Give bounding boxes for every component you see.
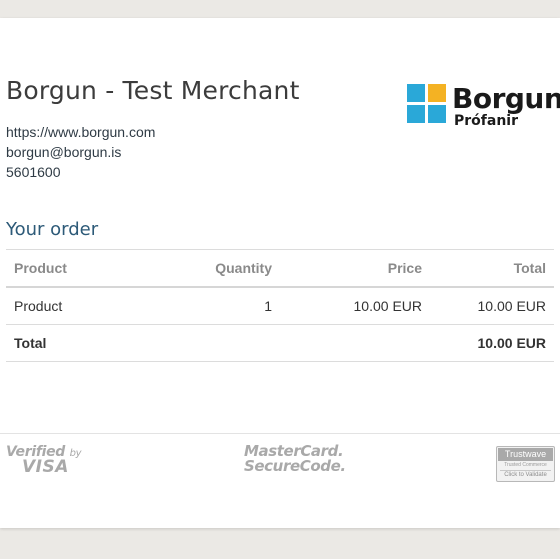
verified-by-visa-badge[interactable]: Verified by VISA (6, 444, 86, 484)
order-table-header: Product Quantity Price Total (6, 249, 554, 288)
visa-by: by (69, 448, 82, 459)
column-header-price: Price (280, 249, 430, 288)
merchant-website: https://www.borgun.com (6, 124, 156, 140)
borgun-logo: Borgun Prófanir (407, 82, 560, 144)
order-table: Product Quantity Price Total Product 1 1… (6, 249, 554, 362)
borgun-logo-subtitle: Prófanir (454, 113, 518, 129)
order-heading: Your order (6, 219, 99, 240)
trustwave-badge[interactable]: Trustwave Trusted Commerce Click to Vali… (496, 446, 555, 482)
trustwave-subtitle: Trusted Commerce (504, 462, 547, 468)
row-product: Product (6, 286, 172, 325)
footer-divider (0, 433, 560, 434)
column-header-total: Total (430, 249, 554, 288)
merchant-email: borgun@borgun.is (6, 144, 122, 160)
total-label: Total (6, 324, 172, 362)
merchant-phone: 5601600 (6, 164, 61, 180)
visa-line2: VISA (22, 457, 69, 477)
column-header-product: Product (6, 249, 172, 288)
merchant-name: Borgun - Test Merchant (6, 76, 300, 105)
trustwave-title: Trustwave (498, 448, 553, 461)
table-row: Product 1 10.00 EUR 10.00 EUR (6, 286, 554, 325)
column-header-quantity: Quantity (172, 249, 280, 288)
trustwave-validate[interactable]: Click to Validate (500, 470, 551, 480)
total-value: 10.00 EUR (430, 324, 554, 362)
mastercard-line2: SecureCode. (244, 457, 346, 475)
total-row: Total 10.00 EUR (6, 324, 554, 362)
row-price: 10.00 EUR (280, 286, 430, 325)
row-quantity: 1 (172, 286, 280, 325)
borgun-logo-icon (407, 84, 447, 124)
mastercard-securecode-badge[interactable]: MasterCard. SecureCode. (244, 444, 346, 484)
merchant-contact: https://www.borgun.com borgun@borgun.is … (6, 122, 155, 182)
row-total: 10.00 EUR (430, 286, 554, 325)
borgun-logo-word: Borgun (452, 82, 560, 115)
